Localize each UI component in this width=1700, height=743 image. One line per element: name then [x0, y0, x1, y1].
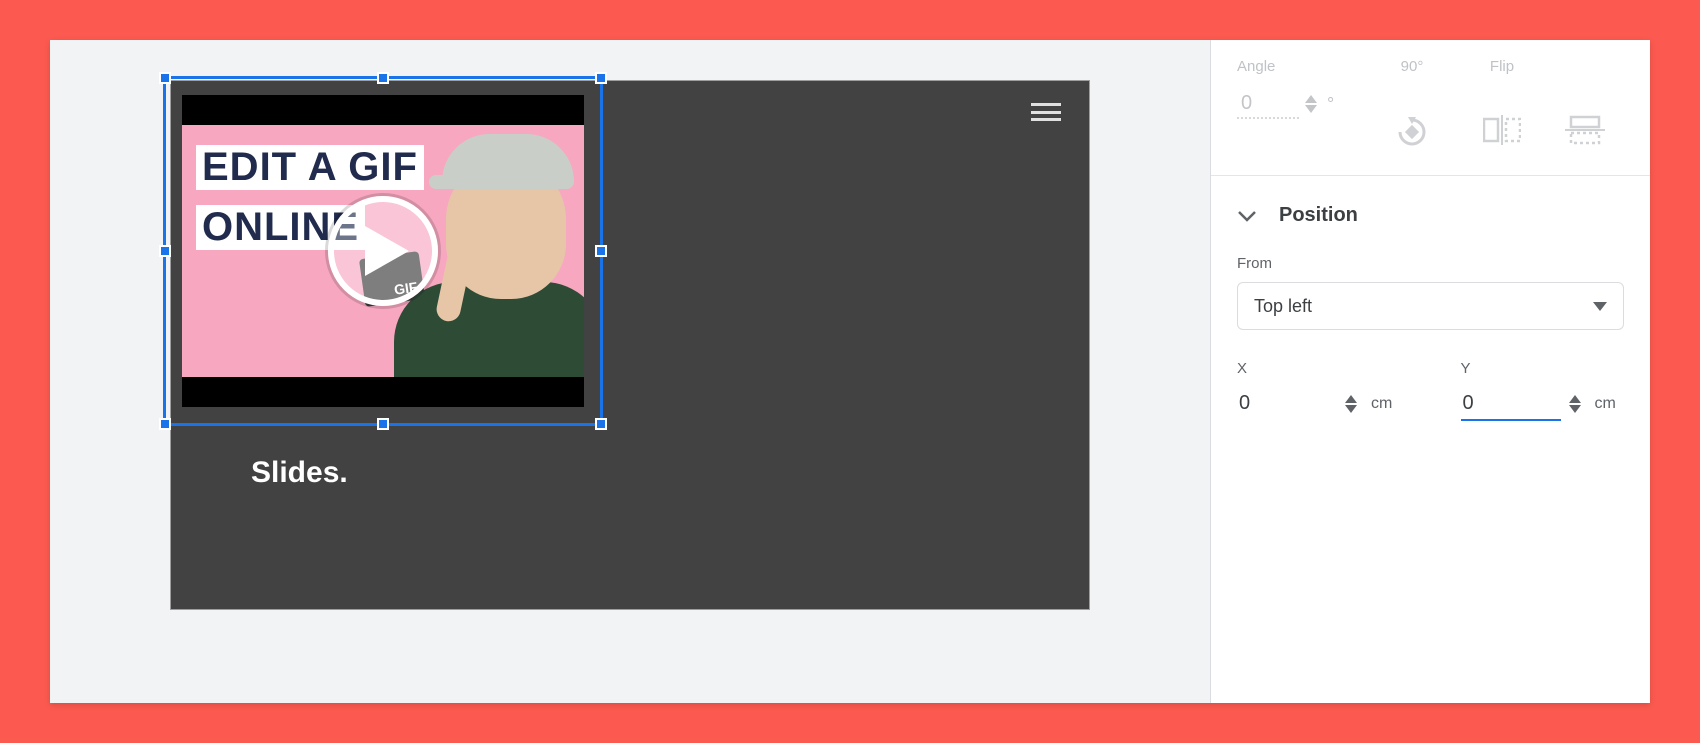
x-input[interactable] — [1237, 387, 1337, 421]
stepper-down-icon — [1345, 405, 1357, 413]
resize-handle-bottom-left[interactable] — [159, 418, 171, 430]
flip-vertical-icon — [1565, 115, 1605, 145]
stepper-up-icon — [1569, 395, 1581, 403]
position-title: Position — [1279, 204, 1358, 227]
flip-vertical-button[interactable] — [1565, 115, 1605, 145]
rotate-90-icon — [1395, 115, 1429, 149]
y-stepper[interactable] — [1569, 395, 1581, 413]
resize-handle-top-mid[interactable] — [377, 72, 389, 84]
app-window: Slides. EDIT A GIF ONLINE GIF — [50, 40, 1650, 703]
angle-label: Angle — [1237, 58, 1275, 75]
position-section-body: From Top left X cm — [1211, 255, 1650, 421]
y-label: Y — [1461, 360, 1625, 377]
flip-horizontal-button[interactable] — [1483, 115, 1521, 145]
resize-handle-top-left[interactable] — [159, 72, 171, 84]
slide-text: Slides. — [251, 456, 348, 490]
rotate-90-label: 90° — [1401, 58, 1424, 75]
rotate-section: Angle ° 90° — [1211, 40, 1650, 175]
y-unit: cm — [1595, 395, 1616, 413]
y-input[interactable] — [1461, 387, 1561, 421]
flip-label: Flip — [1490, 58, 1514, 75]
play-icon — [365, 226, 409, 276]
from-label: From — [1237, 255, 1624, 272]
from-select[interactable]: Top left — [1237, 282, 1624, 330]
slide-canvas-area: Slides. EDIT A GIF ONLINE GIF — [50, 40, 1210, 703]
chevron-down-icon — [1237, 210, 1257, 222]
stepper-down-icon — [1569, 405, 1581, 413]
resize-handle-top-right[interactable] — [595, 72, 607, 84]
position-section-header[interactable]: Position — [1211, 176, 1650, 255]
resize-handle-bottom-mid[interactable] — [377, 418, 389, 430]
angle-stepper[interactable] — [1305, 95, 1317, 113]
play-button[interactable] — [328, 196, 438, 306]
x-unit: cm — [1371, 395, 1392, 413]
stepper-up-icon — [1345, 395, 1357, 403]
stepper-down-icon — [1305, 105, 1317, 113]
resize-handle-mid-right[interactable] — [595, 245, 607, 257]
resize-handle-mid-left[interactable] — [159, 245, 171, 257]
video-thumbnail: EDIT A GIF ONLINE GIF — [182, 95, 584, 407]
from-value: Top left — [1254, 296, 1312, 317]
stepper-up-icon — [1305, 95, 1317, 103]
selected-video-object[interactable]: EDIT A GIF ONLINE GIF — [163, 76, 603, 426]
angle-input[interactable] — [1237, 89, 1299, 119]
rotate-90-button[interactable] — [1395, 115, 1429, 149]
flip-spacer — [1583, 58, 1587, 75]
x-label: X — [1237, 360, 1401, 377]
degree-symbol: ° — [1327, 94, 1334, 115]
slide-hamburger-icon[interactable] — [1031, 103, 1061, 121]
resize-handle-bottom-right[interactable] — [595, 418, 607, 430]
dropdown-caret-icon — [1593, 302, 1607, 311]
flip-horizontal-icon — [1483, 115, 1521, 145]
x-stepper[interactable] — [1345, 395, 1357, 413]
slide[interactable]: Slides. EDIT A GIF ONLINE GIF — [170, 80, 1090, 610]
format-sidebar: Angle ° 90° — [1210, 40, 1650, 703]
